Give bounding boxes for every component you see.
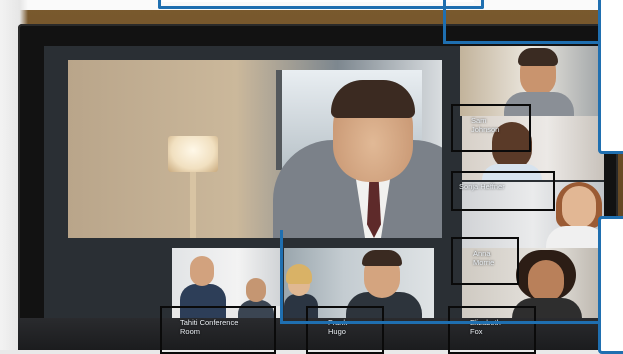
- participant-top: [546, 226, 604, 248]
- participant-name-label: Tahiti Conference Room: [180, 318, 239, 336]
- participant-name-label: Sonja Heffner: [459, 182, 505, 191]
- participant-hair: [518, 48, 558, 66]
- attendee-hair: [286, 264, 312, 284]
- attendee-head: [246, 278, 266, 302]
- participant-name-label: Sam Johnson: [471, 116, 500, 134]
- callout-box-right-top: [598, 0, 623, 154]
- name-label-box: Elizabeth Fox: [448, 306, 536, 354]
- callout-connector: [443, 0, 446, 44]
- callout-connector: [280, 230, 283, 324]
- lamp-stem: [190, 172, 196, 238]
- attendee-head: [190, 256, 214, 286]
- lamp-shade: [168, 136, 218, 172]
- participant-face: [562, 186, 596, 228]
- name-label-box: Anna Morrie: [451, 237, 519, 285]
- name-label-box: Sam Johnson: [451, 104, 531, 152]
- callout-box-right-bottom: [598, 216, 623, 354]
- speaker-hair: [331, 80, 415, 118]
- callout-connector: [280, 321, 600, 324]
- name-label-box: Sonja Heffner: [451, 171, 555, 211]
- attendee-hair: [362, 250, 402, 266]
- callout-fill-top: [162, 0, 474, 2]
- active-speaker-video[interactable]: [68, 60, 442, 238]
- participant-name-label: Anna Morrie: [473, 249, 495, 267]
- name-label-box: Frank Hugo: [306, 306, 384, 354]
- callout-connector: [443, 41, 603, 44]
- participant-face: [528, 260, 564, 302]
- name-label-box: Tahiti Conference Room: [160, 306, 276, 354]
